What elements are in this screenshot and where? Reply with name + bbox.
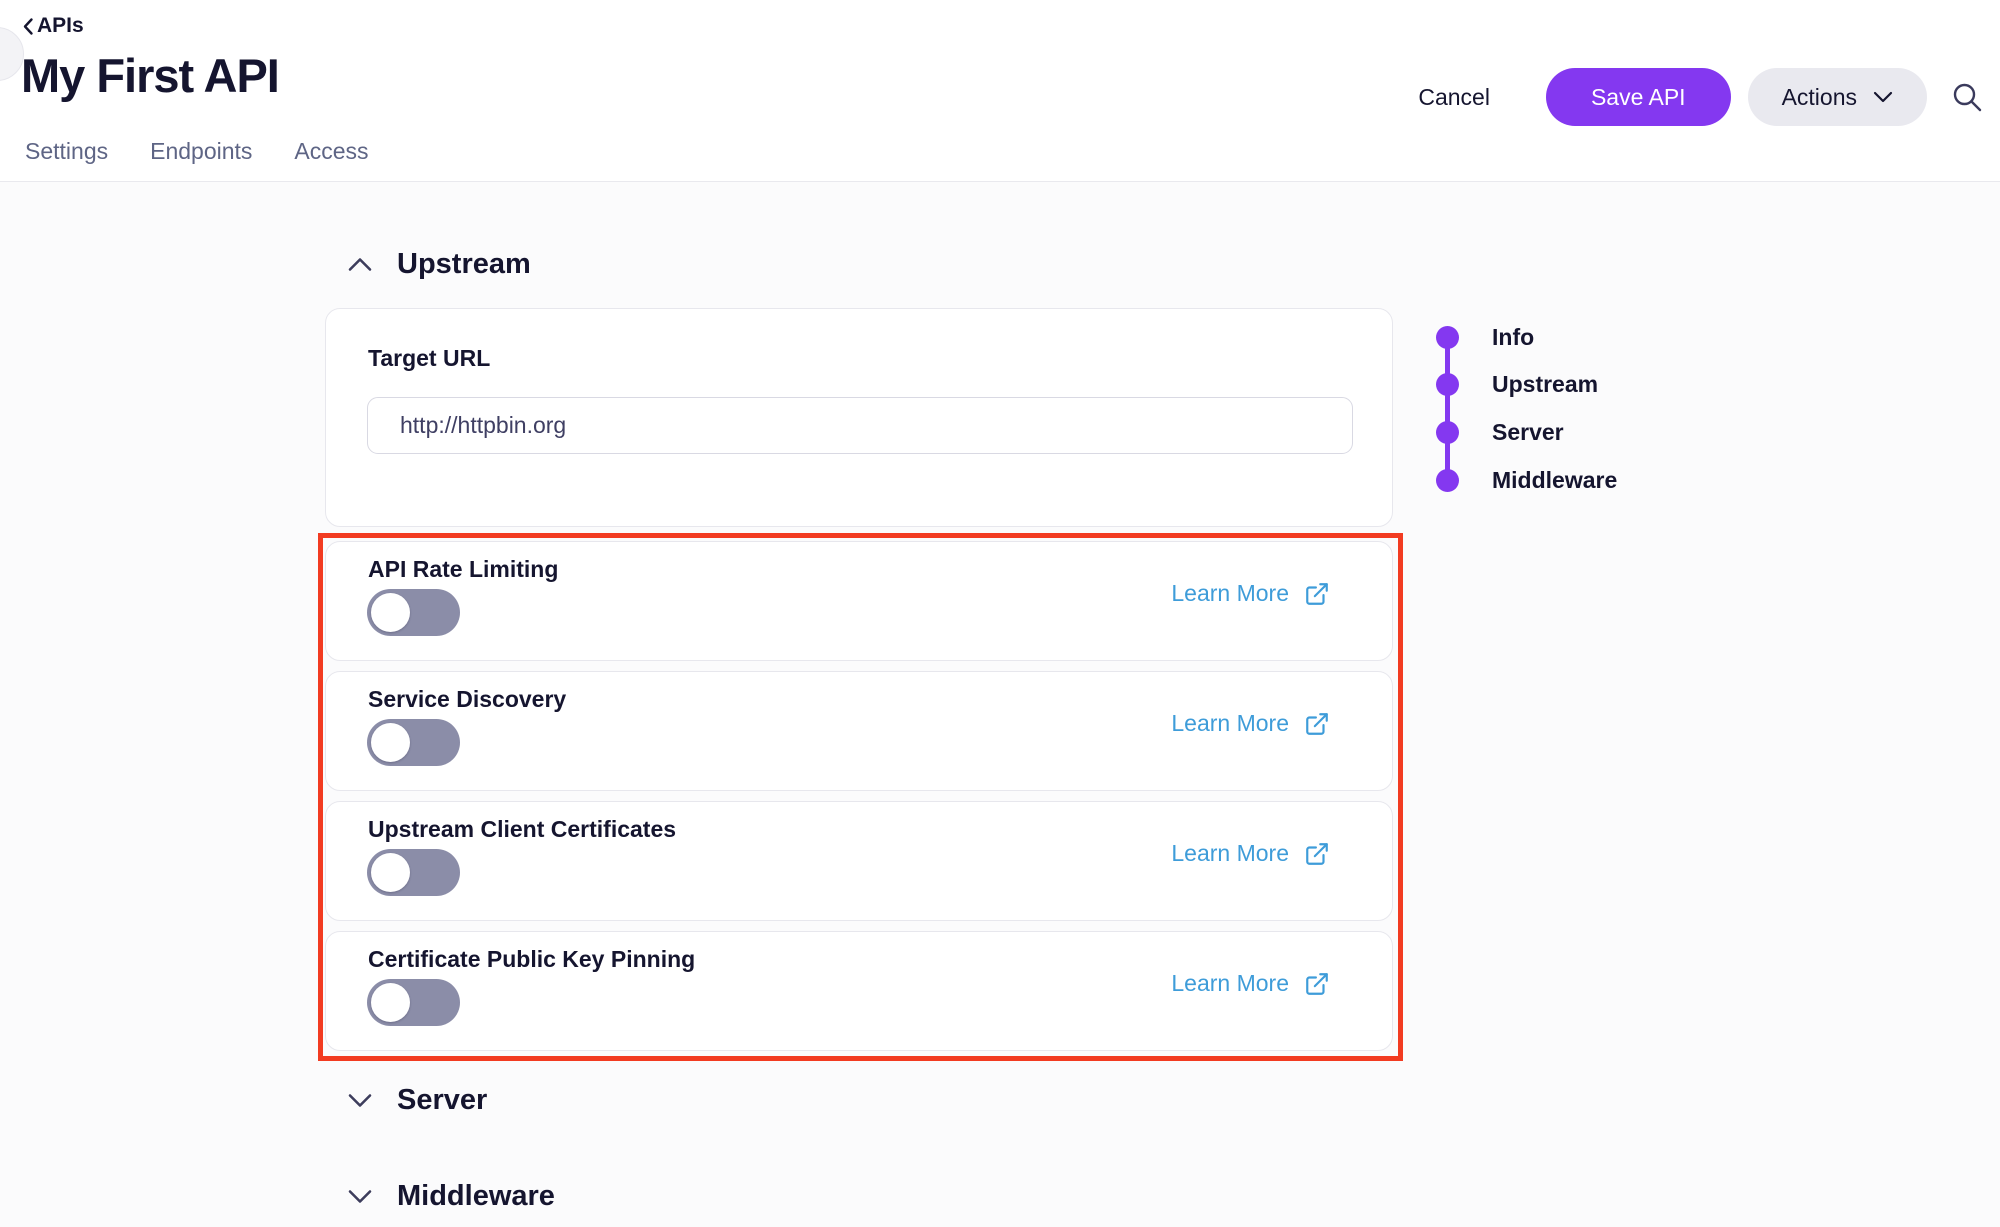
step-nav-item-server[interactable]: Server bbox=[1436, 419, 1564, 446]
actions-menu-button[interactable]: Actions bbox=[1748, 68, 1927, 126]
collapse-upstream-button[interactable] bbox=[348, 253, 372, 277]
api-rate-limiting-toggle[interactable] bbox=[367, 589, 460, 636]
certificate-public-key-pinning-toggle[interactable] bbox=[367, 979, 460, 1026]
learn-more-label: Learn More bbox=[1171, 710, 1289, 737]
section-header-middleware: Middleware bbox=[348, 1180, 555, 1213]
expand-server-button[interactable] bbox=[348, 1089, 372, 1113]
chevron-down-icon bbox=[1873, 91, 1893, 103]
target-url-input[interactable] bbox=[367, 397, 1353, 454]
feature-card-service-discovery: Service Discovery Learn More bbox=[325, 671, 1393, 791]
chevron-down-icon bbox=[348, 1189, 372, 1204]
learn-more-label: Learn More bbox=[1171, 970, 1289, 997]
tab-settings[interactable]: Settings bbox=[25, 138, 108, 165]
back-to-apis-link[interactable]: APIs bbox=[22, 14, 84, 38]
step-nav-item-middleware[interactable]: Middleware bbox=[1436, 467, 1617, 494]
learn-more-link[interactable]: Learn More bbox=[1171, 970, 1330, 997]
step-label: Info bbox=[1492, 324, 1534, 351]
section-title-upstream: Upstream bbox=[397, 248, 531, 281]
tab-endpoints[interactable]: Endpoints bbox=[150, 138, 252, 165]
step-dot-icon bbox=[1436, 469, 1459, 492]
step-dot-icon bbox=[1436, 421, 1459, 444]
step-dot-icon bbox=[1436, 326, 1459, 349]
api-designer-page: Info Upstream Target URL API Rate Limiti… bbox=[0, 0, 2000, 1227]
step-label: Middleware bbox=[1492, 467, 1617, 494]
learn-more-link[interactable]: Learn More bbox=[1171, 580, 1330, 607]
api-tabs: Settings Endpoints Access bbox=[25, 138, 369, 165]
section-header-upstream: Upstream bbox=[348, 248, 531, 281]
page-title: My First API bbox=[21, 48, 279, 103]
feature-card-certificate-public-key-pinning: Certificate Public Key Pinning Learn Mor… bbox=[325, 931, 1393, 1051]
tab-access[interactable]: Access bbox=[294, 138, 368, 165]
learn-more-label: Learn More bbox=[1171, 580, 1289, 607]
learn-more-link[interactable]: Learn More bbox=[1171, 710, 1330, 737]
step-nav-item-upstream[interactable]: Upstream bbox=[1436, 371, 1598, 398]
feature-card-upstream-client-certificates: Upstream Client Certificates Learn More bbox=[325, 801, 1393, 921]
target-url-card: Target URL bbox=[325, 308, 1393, 527]
toggle-knob bbox=[371, 983, 410, 1022]
step-nav-rail bbox=[1445, 335, 1450, 478]
external-link-icon bbox=[1304, 581, 1330, 607]
header-actions: Cancel Save API Actions bbox=[1418, 68, 1985, 126]
toggle-knob bbox=[371, 853, 410, 892]
external-link-icon bbox=[1304, 711, 1330, 737]
back-label: APIs bbox=[37, 14, 84, 38]
cancel-button[interactable]: Cancel bbox=[1418, 84, 1490, 111]
toggle-knob bbox=[371, 723, 410, 762]
step-dot-icon bbox=[1436, 373, 1459, 396]
feature-title: Certificate Public Key Pinning bbox=[368, 946, 695, 973]
learn-more-link[interactable]: Learn More bbox=[1171, 840, 1330, 867]
step-label: Upstream bbox=[1492, 371, 1598, 398]
section-header-server: Server bbox=[348, 1084, 487, 1117]
chevron-left-icon bbox=[22, 17, 34, 36]
section-title-middleware: Middleware bbox=[397, 1180, 555, 1213]
external-link-icon bbox=[1304, 841, 1330, 867]
step-label: Server bbox=[1492, 419, 1564, 446]
service-discovery-toggle[interactable] bbox=[367, 719, 460, 766]
chevron-down-icon bbox=[348, 1093, 372, 1108]
learn-more-label: Learn More bbox=[1171, 840, 1289, 867]
feature-title: Upstream Client Certificates bbox=[368, 816, 676, 843]
feature-title: Service Discovery bbox=[368, 686, 566, 713]
upstream-client-certificates-toggle[interactable] bbox=[367, 849, 460, 896]
feature-title: API Rate Limiting bbox=[368, 556, 558, 583]
save-api-button[interactable]: Save API bbox=[1546, 68, 1731, 126]
search-icon bbox=[1950, 80, 1984, 114]
toggle-knob bbox=[371, 593, 410, 632]
chevron-up-icon bbox=[348, 257, 372, 272]
step-nav-item-info[interactable]: Info bbox=[1436, 324, 1534, 351]
expand-middleware-button[interactable] bbox=[348, 1185, 372, 1209]
target-url-label: Target URL bbox=[368, 345, 490, 372]
search-button[interactable] bbox=[1949, 79, 1985, 115]
actions-label: Actions bbox=[1782, 84, 1857, 111]
external-link-icon bbox=[1304, 971, 1330, 997]
feature-card-api-rate-limiting: API Rate Limiting Learn More bbox=[325, 541, 1393, 661]
section-title-server: Server bbox=[397, 1084, 487, 1117]
page-header: APIs My First API Settings Endpoints Acc… bbox=[0, 0, 2000, 182]
